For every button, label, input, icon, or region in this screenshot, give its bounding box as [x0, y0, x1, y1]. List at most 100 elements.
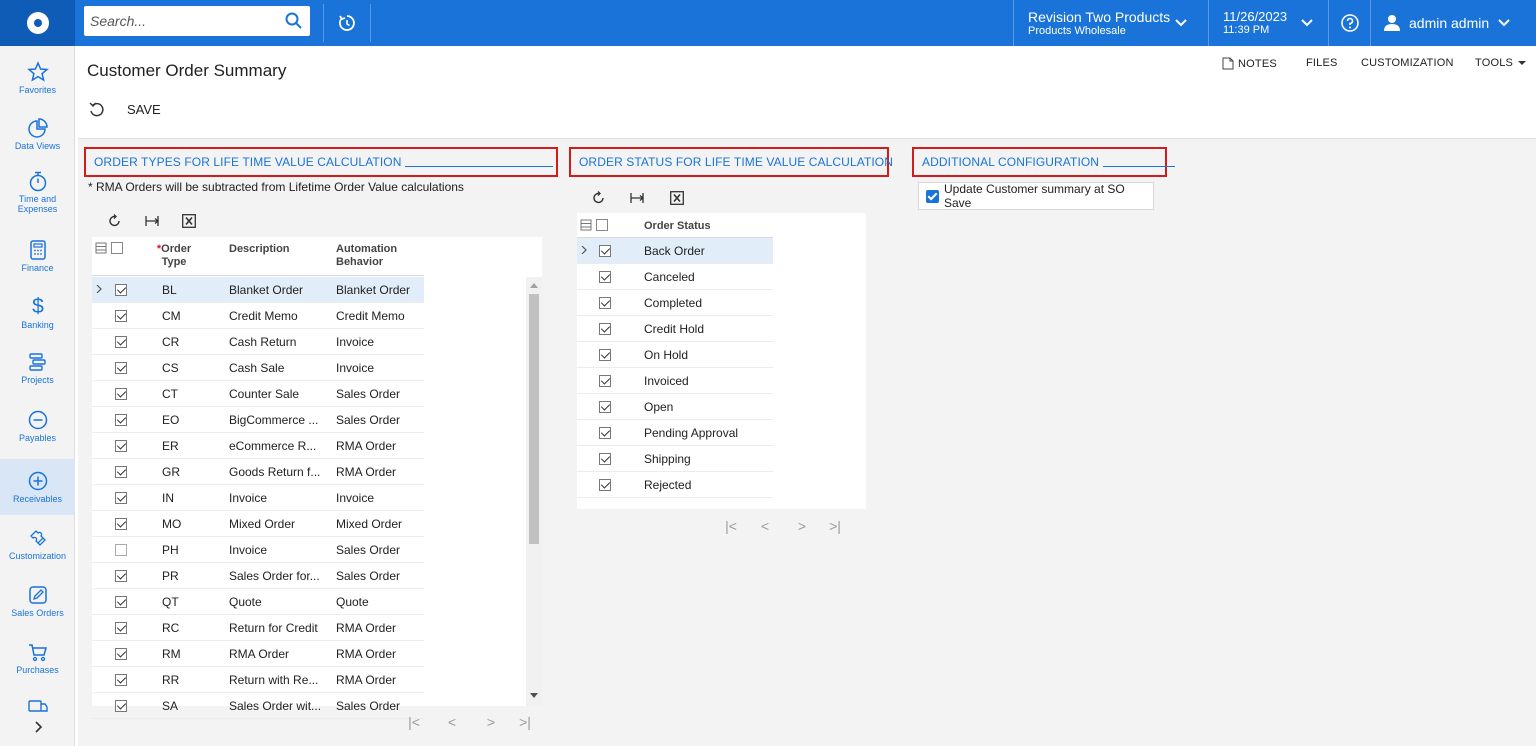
- select-all-checkbox[interactable]: [596, 219, 608, 231]
- tools-menu[interactable]: TOOLS: [1475, 57, 1527, 69]
- table-row[interactable]: EO BigCommerce ... Sales Order: [92, 407, 424, 433]
- table-row[interactable]: SA Sales Order wit... Sales Order: [92, 693, 424, 719]
- row-checkbox[interactable]: [115, 310, 127, 322]
- select-all-checkbox[interactable]: [111, 242, 123, 254]
- table-row[interactable]: IN Invoice Invoice: [92, 485, 424, 511]
- table-row[interactable]: ER eCommerce R... RMA Order: [92, 433, 424, 459]
- order-status-column-header[interactable]: Order Status: [644, 220, 711, 233]
- description-column-header[interactable]: Description: [229, 243, 290, 256]
- row-checkbox[interactable]: [599, 453, 611, 465]
- row-checkbox[interactable]: [599, 479, 611, 491]
- row-checkbox[interactable]: [115, 674, 127, 686]
- table-row[interactable]: Back Order: [577, 238, 773, 264]
- row-checkbox[interactable]: [115, 388, 127, 400]
- export-excel-button[interactable]: [668, 189, 686, 207]
- row-checkbox[interactable]: [599, 271, 611, 283]
- row-checkbox[interactable]: [599, 297, 611, 309]
- row-checkbox[interactable]: [115, 518, 127, 530]
- row-checkbox[interactable]: [115, 648, 127, 660]
- scroll-up-icon[interactable]: [530, 282, 538, 288]
- table-row[interactable]: Canceled: [577, 264, 773, 290]
- sidebar-item-banking[interactable]: $ Banking: [0, 284, 75, 340]
- row-checkbox[interactable]: [599, 349, 611, 361]
- table-row[interactable]: Pending Approval: [577, 420, 773, 446]
- sidebar-item-purchases[interactable]: Purchases: [0, 630, 75, 686]
- business-date-selector[interactable]: 11/26/2023 11:39 PM: [1208, 0, 1328, 46]
- sidebar-item-payables[interactable]: Payables: [0, 398, 75, 454]
- export-excel-button[interactable]: [180, 212, 198, 230]
- first-page-icon[interactable]: |<: [396, 714, 432, 730]
- recent-history-button[interactable]: [323, 4, 371, 42]
- automation-behavior-column-header[interactable]: Automation Behavior: [336, 243, 397, 269]
- sidebar-item-data-views[interactable]: Data Views: [0, 106, 75, 162]
- undo-button[interactable]: [88, 101, 106, 117]
- table-row[interactable]: MO Mixed Order Mixed Order: [92, 511, 424, 537]
- fit-columns-button[interactable]: [628, 189, 646, 207]
- order-type-column-header[interactable]: *Order Type: [154, 243, 194, 269]
- sidebar-item-sales-orders[interactable]: Sales Orders: [0, 573, 75, 629]
- table-row[interactable]: PH Invoice Sales Order: [92, 537, 424, 563]
- prev-page-icon[interactable]: <: [432, 714, 472, 730]
- app-logo[interactable]: [0, 0, 75, 46]
- row-checkbox[interactable]: [599, 401, 611, 413]
- sidebar-item-finance[interactable]: Finance: [0, 228, 75, 284]
- sidebar-item-projects[interactable]: Projects: [0, 340, 75, 396]
- save-button[interactable]: SAVE: [127, 102, 161, 117]
- sidebar-item-more[interactable]: [0, 691, 75, 741]
- sidebar-item-customization[interactable]: Customization: [0, 516, 75, 572]
- table-row[interactable]: CT Counter Sale Sales Order: [92, 381, 424, 407]
- scroll-down-icon[interactable]: [530, 693, 538, 699]
- sidebar-item-time-and-expenses[interactable]: Time and Expenses: [0, 164, 75, 220]
- table-row[interactable]: BL Blanket Order Blanket Order: [92, 277, 424, 303]
- customization-link[interactable]: CUSTOMIZATION: [1361, 57, 1454, 69]
- row-checkbox[interactable]: [115, 544, 127, 556]
- sidebar-item-receivables[interactable]: Receivables: [0, 459, 75, 515]
- row-options-icon[interactable]: [580, 219, 592, 231]
- row-checkbox[interactable]: [599, 375, 611, 387]
- row-checkbox[interactable]: [599, 427, 611, 439]
- last-page-icon[interactable]: >|: [510, 714, 540, 730]
- next-page-icon[interactable]: >: [784, 518, 820, 534]
- table-row[interactable]: PR Sales Order for... Sales Order: [92, 563, 424, 589]
- prev-page-icon[interactable]: <: [746, 518, 784, 534]
- checkbox-checked-icon[interactable]: [926, 189, 939, 203]
- table-row[interactable]: Invoiced: [577, 368, 773, 394]
- table-row[interactable]: RR Return with Re... RMA Order: [92, 667, 424, 693]
- row-checkbox[interactable]: [115, 466, 127, 478]
- table-row[interactable]: QT Quote Quote: [92, 589, 424, 615]
- table-row[interactable]: CM Credit Memo Credit Memo: [92, 303, 424, 329]
- sidebar-item-favorites[interactable]: Favorites: [0, 50, 75, 106]
- update-summary-checkbox[interactable]: Update Customer summary at SO Save: [918, 182, 1154, 210]
- search-icon[interactable]: [284, 11, 304, 31]
- table-row[interactable]: On Hold: [577, 342, 773, 368]
- table-row[interactable]: Open: [577, 394, 773, 420]
- notes-link[interactable]: NOTES: [1222, 57, 1277, 70]
- scroll-thumb[interactable]: [529, 294, 539, 544]
- row-checkbox[interactable]: [115, 440, 127, 452]
- row-checkbox[interactable]: [599, 245, 611, 257]
- first-page-icon[interactable]: |<: [716, 518, 746, 534]
- table-row[interactable]: Shipping: [577, 446, 773, 472]
- table-row[interactable]: Rejected: [577, 472, 773, 498]
- table-row[interactable]: CR Cash Return Invoice: [92, 329, 424, 355]
- row-checkbox[interactable]: [115, 596, 127, 608]
- company-selector[interactable]: Revision Two Products Products Wholesale: [1013, 0, 1208, 46]
- row-options-icon[interactable]: [95, 242, 107, 254]
- table-row[interactable]: GR Goods Return f... RMA Order: [92, 459, 424, 485]
- table-row[interactable]: Completed: [577, 290, 773, 316]
- table-row[interactable]: CS Cash Sale Invoice: [92, 355, 424, 381]
- next-page-icon[interactable]: >: [472, 714, 510, 730]
- table-row[interactable]: Credit Hold: [577, 316, 773, 342]
- row-checkbox[interactable]: [115, 570, 127, 582]
- row-checkbox[interactable]: [115, 492, 127, 504]
- row-checkbox[interactable]: [599, 323, 611, 335]
- table-row[interactable]: RM RMA Order RMA Order: [92, 641, 424, 667]
- row-checkbox[interactable]: [115, 362, 127, 374]
- row-checkbox[interactable]: [115, 414, 127, 426]
- last-page-icon[interactable]: >|: [820, 518, 850, 534]
- fit-columns-button[interactable]: [143, 212, 161, 230]
- refresh-button[interactable]: [106, 212, 124, 230]
- row-checkbox[interactable]: [115, 700, 127, 712]
- help-button[interactable]: [1328, 0, 1370, 46]
- row-checkbox[interactable]: [115, 284, 127, 296]
